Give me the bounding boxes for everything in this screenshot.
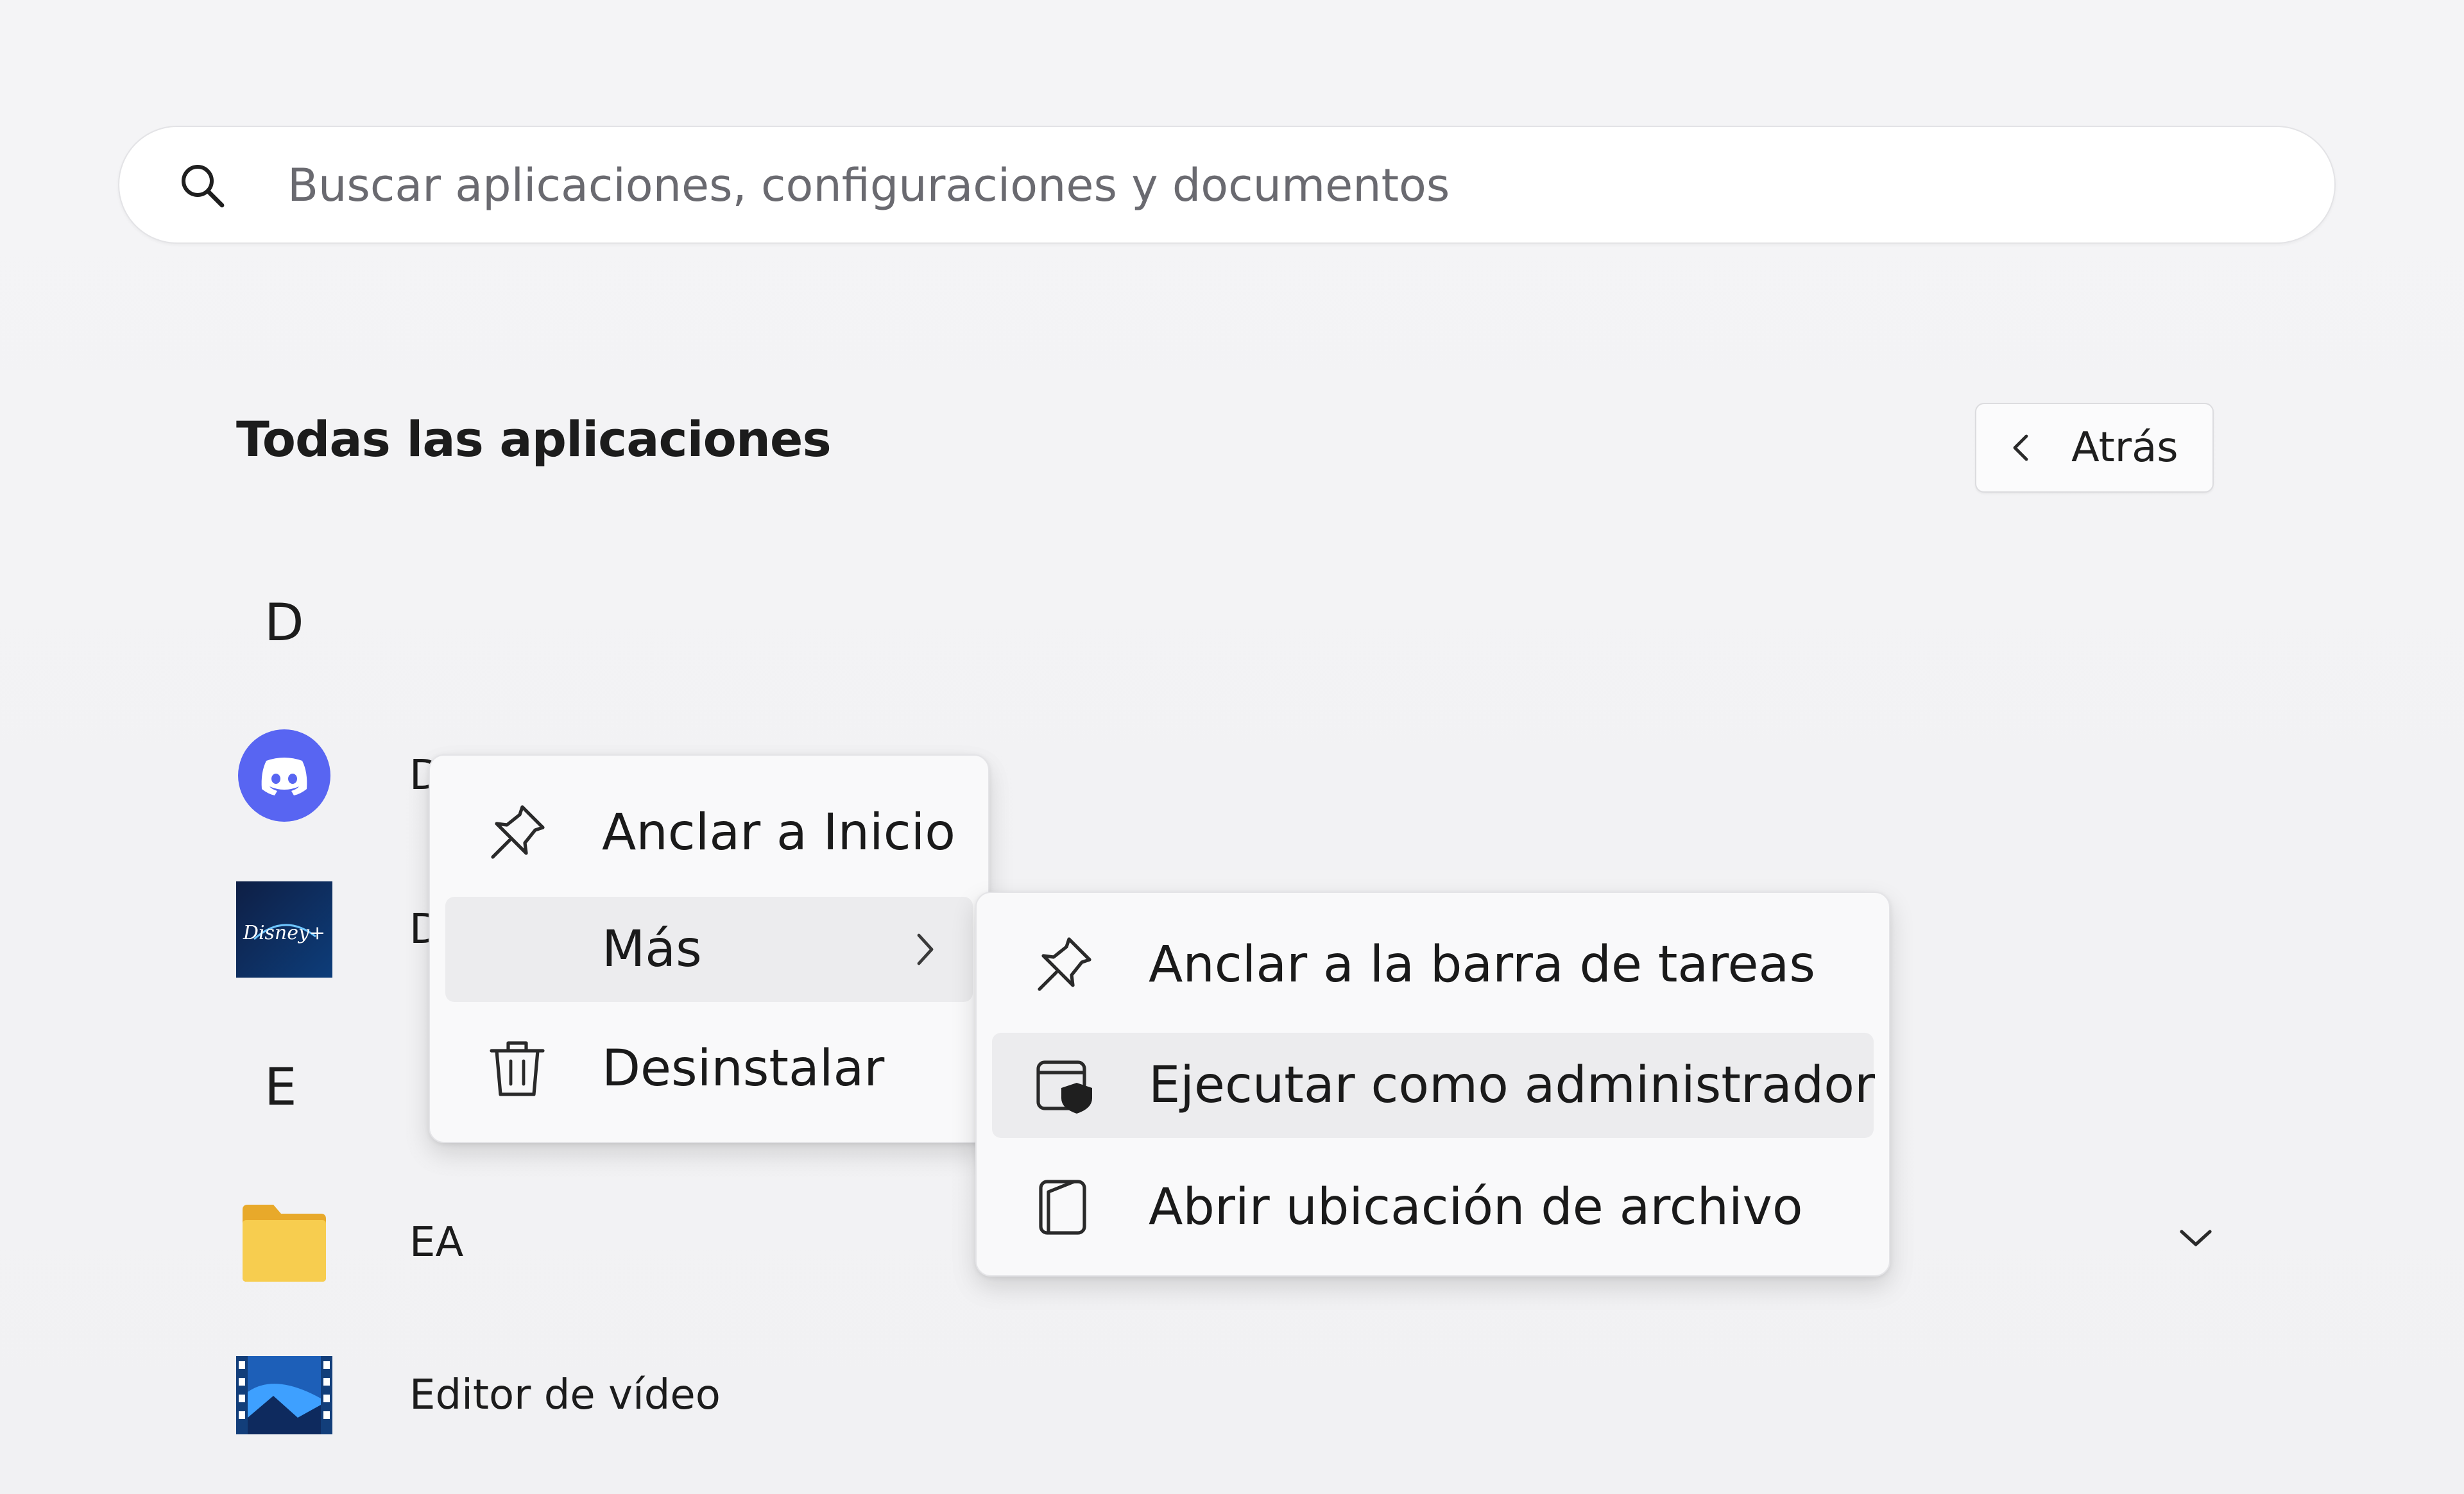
page-title: Todas las aplicaciones xyxy=(236,411,832,468)
back-button[interactable]: Atrás xyxy=(1975,403,2214,493)
group-letter-e[interactable]: E xyxy=(264,1057,297,1117)
menu-item-label: Ejecutar como administrador xyxy=(1149,1057,1876,1114)
menu-item-more[interactable]: Más xyxy=(445,897,973,1002)
submenu: Anclar a la barra de tareas Ejecutar com… xyxy=(975,892,1890,1277)
context-menu: Anclar a Inicio Más Desinstalar xyxy=(429,754,989,1143)
menu-item-label: Desinstalar xyxy=(602,1040,885,1098)
menu-item-label: Abrir ubicación de archivo xyxy=(1149,1178,1803,1236)
menu-item-label: Más xyxy=(602,921,702,978)
open-file-location-icon xyxy=(1039,1180,1086,1235)
app-folder-ea[interactable]: EA xyxy=(236,1194,463,1291)
menu-item-pin-to-taskbar[interactable]: Anclar a la barra de tareas xyxy=(992,912,1874,1017)
video-editor-icon xyxy=(236,1356,332,1434)
app-item-video-editor[interactable]: Editor de vídeo xyxy=(236,1347,721,1443)
app-item-discord[interactable]: D xyxy=(236,727,441,824)
search-bar[interactable] xyxy=(118,126,2336,244)
menu-item-uninstall[interactable]: Desinstalar xyxy=(445,1016,973,1121)
menu-item-pin-to-start[interactable]: Anclar a Inicio xyxy=(445,780,973,885)
svg-text:Disney+: Disney+ xyxy=(243,922,325,944)
chevron-down-icon[interactable] xyxy=(2177,1225,2215,1251)
menu-item-run-as-admin[interactable]: Ejecutar como administrador xyxy=(992,1033,1876,1138)
chevron-right-icon xyxy=(917,933,934,965)
app-name: EA xyxy=(409,1219,464,1266)
discord-icon xyxy=(238,729,330,822)
back-button-label: Atrás xyxy=(2071,424,2178,471)
folder-icon xyxy=(243,1205,326,1282)
menu-item-label: Anclar a Inicio xyxy=(602,804,955,862)
admin-shield-icon xyxy=(1036,1060,1092,1114)
start-menu-all-apps: Todas las aplicaciones Atrás D D xyxy=(0,0,2464,1494)
pin-icon xyxy=(1038,937,1091,991)
group-letter-d[interactable]: D xyxy=(264,593,304,652)
chevron-left-icon xyxy=(2013,434,2028,461)
trash-icon xyxy=(490,1041,545,1096)
menu-item-label: Anclar a la barra de tareas xyxy=(1149,936,1815,994)
app-item-disney-plus[interactable]: Disney+ D xyxy=(236,881,441,978)
disney-plus-icon: Disney+ xyxy=(236,881,332,978)
menu-item-open-file-location[interactable]: Abrir ubicación de archivo xyxy=(992,1155,1874,1260)
search-icon xyxy=(182,165,225,208)
search-input[interactable] xyxy=(286,127,2278,244)
app-name: Editor de vídeo xyxy=(409,1371,721,1419)
pin-icon xyxy=(491,805,545,859)
